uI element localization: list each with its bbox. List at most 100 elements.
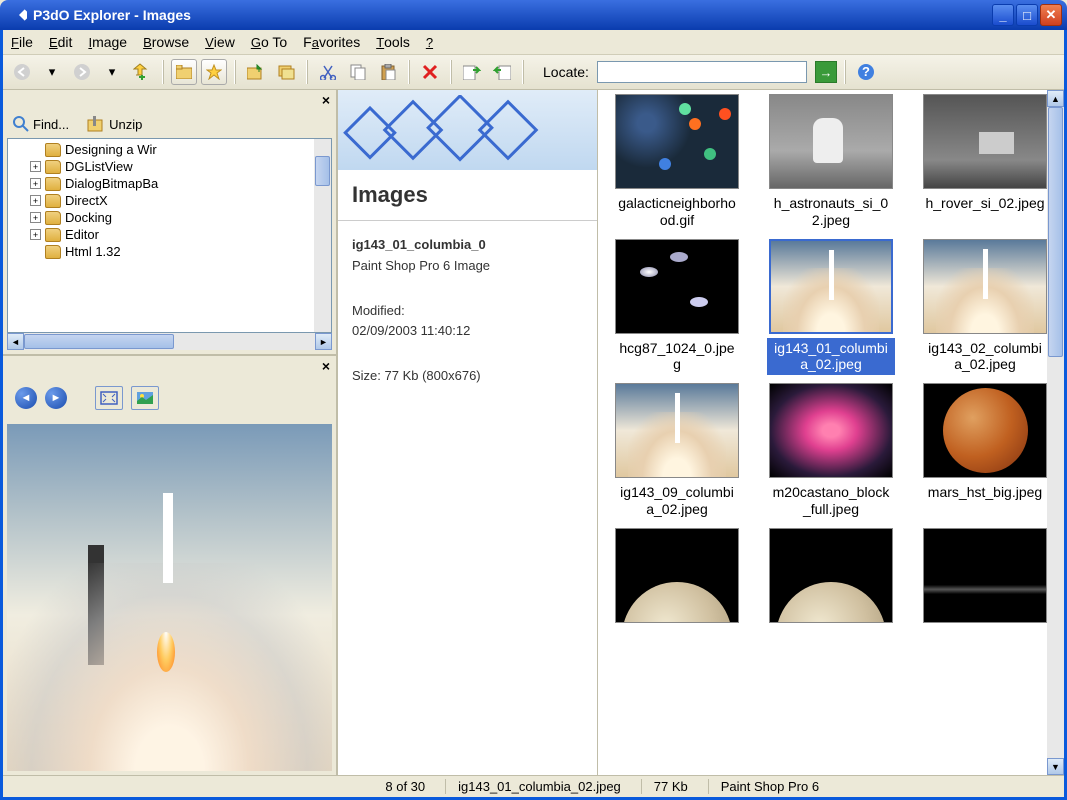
prev-button[interactable]: ◄ [15,387,37,409]
tree-item[interactable]: +Editor [48,226,331,243]
tree-hscroll[interactable]: ◄► [7,333,332,350]
folder-icon [45,177,61,191]
actual-size-button[interactable] [131,386,159,410]
info-header [338,90,597,170]
thumbnail-image [923,239,1047,334]
expand-icon[interactable]: + [30,195,41,206]
expand-icon[interactable]: + [30,161,41,172]
locate-input[interactable] [597,61,807,83]
info-panel: ig143_01_columbia_0 Paint Shop Pro 6 Ima… [338,221,597,401]
go-button[interactable]: → [815,61,837,83]
minimize-button[interactable]: _ [992,4,1014,26]
import-button[interactable] [489,59,515,85]
paste-button[interactable] [375,59,401,85]
help-button[interactable]: ? [853,59,879,85]
menu-image[interactable]: Image [88,34,127,50]
tree-item[interactable]: Html 1.32 [48,243,331,260]
thumbnail-label: m20castano_block_full.jpeg [767,482,895,520]
close-button[interactable]: ✕ [1040,4,1062,26]
next-button[interactable]: ► [45,387,67,409]
tree-item[interactable]: +Docking [48,209,331,226]
thumbnail[interactable] [756,528,906,631]
thumbnail[interactable] [910,528,1060,631]
thumbnail[interactable]: ig143_09_columbia_02.jpeg [602,383,752,520]
title-bar: P3dO Explorer - Images _ □ ✕ [0,0,1067,30]
thumbnail-label [981,627,989,631]
toolbar: ▾ ▾ Locate: → ? [3,55,1064,90]
back-dropdown[interactable]: ▾ [39,59,65,85]
info-modified-label: Modified: [352,301,583,322]
thumbnail-label: h_rover_si_02.jpeg [921,193,1048,214]
locate-label: Locate: [543,64,589,80]
thumbnail-image [769,94,893,189]
tree-item[interactable]: Designing a Wir [48,141,331,158]
preview-close-icon[interactable]: × [322,358,330,374]
maximize-button[interactable]: □ [1016,4,1038,26]
thumbnail-image [615,239,739,334]
tree-item[interactable]: +DirectX [48,192,331,209]
menu-bar: File Edit Image Browse View Go To Favori… [3,30,1064,55]
thumbnail-image [769,239,893,334]
folder-icon [45,160,61,174]
open-button[interactable] [243,59,269,85]
menu-help[interactable]: ? [426,34,433,50]
thumbnail-label: h_astronauts_si_02.jpeg [767,193,895,231]
folder-icon [45,228,61,242]
thumbnail-image [923,528,1047,623]
folder-tree[interactable]: Designing a Wir+DGListView+DialogBitmapB… [7,138,332,333]
thumbnail[interactable]: galacticneighborhood.gif [602,94,752,231]
thumbnail-image [615,528,739,623]
tree-item-label: DGListView [65,159,133,174]
tree-item[interactable]: +DialogBitmapBa [48,175,331,192]
delete-button[interactable] [417,59,443,85]
up-button[interactable] [129,59,155,85]
folder-icon [45,194,61,208]
thumbnail[interactable]: mars_hst_big.jpeg [910,383,1060,520]
thumbnail[interactable]: h_rover_si_02.jpeg [910,94,1060,231]
svg-text:?: ? [862,64,870,79]
thumbnail[interactable]: ig143_01_columbia_02.jpeg [756,239,906,376]
menu-favorites[interactable]: Favorites [303,34,360,50]
back-button[interactable] [9,59,35,85]
export-button[interactable] [459,59,485,85]
cut-button[interactable] [315,59,341,85]
fit-button[interactable] [95,386,123,410]
thumbnail[interactable]: h_astronauts_si_02.jpeg [756,94,906,231]
thumbnail[interactable]: m20castano_block_full.jpeg [756,383,906,520]
expand-icon[interactable]: + [30,229,41,240]
status-count: 8 of 30 [385,779,425,794]
tree-vscroll[interactable] [314,139,331,332]
unzip-button[interactable]: Unzip [87,116,142,132]
menu-view[interactable]: View [205,34,235,50]
copy-button[interactable] [345,59,371,85]
forward-dropdown[interactable]: ▾ [99,59,125,85]
forward-button[interactable] [69,59,95,85]
menu-edit[interactable]: Edit [49,34,72,50]
thumbnail-label: ig143_02_columbia_02.jpeg [921,338,1049,376]
folder-icon [45,143,61,157]
info-modified-value: 02/09/2003 11:40:12 [352,321,583,342]
thumbnail[interactable]: hcg87_1024_0.jpeg [602,239,752,376]
tree-close-icon[interactable]: × [322,92,330,108]
thumbnail[interactable] [602,528,752,631]
folder-button[interactable] [171,59,197,85]
expand-icon[interactable]: + [30,212,41,223]
thumbnail-image [769,528,893,623]
favorites-button[interactable] [201,59,227,85]
info-section-title: Images [338,170,597,221]
menu-tools[interactable]: Tools [376,34,410,50]
tree-item[interactable]: +DGListView [48,158,331,175]
info-size: Size: 77 Kb (800x676) [352,366,583,387]
menu-browse[interactable]: Browse [143,34,189,50]
find-button[interactable]: Find... [13,116,69,132]
expand-icon[interactable]: + [30,178,41,189]
thumbs-vscroll[interactable]: ▲▼ [1047,90,1064,775]
tree-item-label: Editor [65,227,99,242]
menu-goto[interactable]: Go To [251,34,287,50]
thumbnail-label: hcg87_1024_0.jpeg [613,338,741,376]
thumbnail[interactable]: ig143_02_columbia_02.jpeg [910,239,1060,376]
tree-item-label: Html 1.32 [65,244,121,259]
copy-folder-button[interactable] [273,59,299,85]
window-title: P3dO Explorer - Images [33,7,992,23]
menu-file[interactable]: File [11,34,33,50]
